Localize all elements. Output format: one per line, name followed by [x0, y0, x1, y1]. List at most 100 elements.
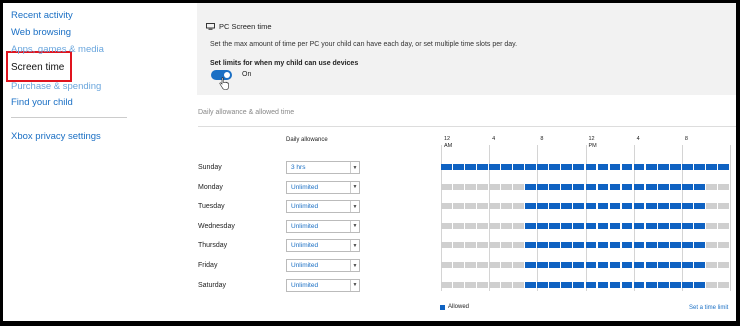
- time-slot-cell[interactable]: [693, 222, 705, 229]
- time-slot-cell[interactable]: [549, 203, 561, 210]
- time-slot-cell[interactable]: [633, 203, 645, 210]
- time-slot-cell[interactable]: [561, 183, 573, 190]
- time-slot-cell[interactable]: [525, 262, 537, 268]
- time-slot-cell[interactable]: [525, 222, 537, 229]
- time-slot-cell[interactable]: [597, 242, 609, 249]
- time-slot-cell[interactable]: [561, 222, 573, 229]
- time-slot-cell[interactable]: [645, 164, 657, 170]
- daily-allowance-select[interactable]: Unlimited ▼: [286, 239, 360, 253]
- time-slot-cell[interactable]: [657, 203, 669, 210]
- time-slot-cell[interactable]: [465, 183, 476, 190]
- time-slot-cell[interactable]: [441, 164, 452, 170]
- time-slot-cell[interactable]: [513, 262, 525, 268]
- time-slot-cell[interactable]: [597, 203, 609, 210]
- sidebar-item-recent-activity[interactable]: Recent activity: [11, 10, 73, 21]
- sidebar-item-web-browsing[interactable]: Web browsing: [11, 27, 71, 38]
- time-slot-cell[interactable]: [705, 203, 717, 210]
- time-slot-cell[interactable]: [681, 164, 693, 170]
- time-slot-cell[interactable]: [465, 242, 476, 249]
- time-slot-cell[interactable]: [537, 164, 549, 170]
- time-slot-cell[interactable]: [525, 164, 537, 170]
- time-slot-cell[interactable]: [645, 183, 657, 190]
- time-slot-cell[interactable]: [597, 281, 609, 288]
- time-slot-cell[interactable]: [585, 242, 597, 249]
- time-slot-cell[interactable]: [465, 203, 476, 210]
- time-slot-cell[interactable]: [717, 183, 729, 190]
- time-slot-cell[interactable]: [705, 183, 717, 190]
- time-slot-cell[interactable]: [609, 164, 621, 170]
- time-slot-cell[interactable]: [477, 242, 488, 249]
- time-slot-cell[interactable]: [621, 164, 633, 170]
- time-slot-cell[interactable]: [489, 164, 500, 170]
- time-slot-cell[interactable]: [573, 203, 585, 210]
- time-slot-cell[interactable]: [621, 222, 633, 229]
- time-slot-cell[interactable]: [693, 262, 705, 268]
- time-slot-cell[interactable]: [573, 242, 585, 249]
- time-slot-cell[interactable]: [621, 183, 633, 190]
- time-slot-cell[interactable]: [537, 203, 549, 210]
- time-slot-cell[interactable]: [669, 262, 681, 268]
- time-slot-cell[interactable]: [453, 183, 464, 190]
- time-slot-cell[interactable]: [585, 222, 597, 229]
- time-slot-cell[interactable]: [705, 164, 717, 170]
- time-slot-cell[interactable]: [621, 281, 633, 288]
- time-slot-cell[interactable]: [645, 242, 657, 249]
- time-slot-cell[interactable]: [645, 203, 657, 210]
- time-slot-cell[interactable]: [597, 164, 609, 170]
- time-slot-cell[interactable]: [609, 183, 621, 190]
- sidebar-item-screen-time[interactable]: Screen time: [11, 62, 64, 73]
- time-slot-cell[interactable]: [585, 164, 597, 170]
- time-slot-cell[interactable]: [453, 222, 464, 229]
- time-slot-cell[interactable]: [585, 203, 597, 210]
- time-slot-cell[interactable]: [477, 203, 488, 210]
- time-slot-cell[interactable]: [537, 281, 549, 288]
- time-slot-cell[interactable]: [537, 242, 549, 249]
- time-slot-cell[interactable]: [669, 183, 681, 190]
- time-slot-cell[interactable]: [717, 164, 729, 170]
- time-slot-cell[interactable]: [489, 222, 500, 229]
- time-slot-cell[interactable]: [621, 262, 633, 268]
- time-slot-cell[interactable]: [489, 203, 500, 210]
- time-slot-cell[interactable]: [669, 203, 681, 210]
- time-slot-cell[interactable]: [633, 183, 645, 190]
- time-slot-cell[interactable]: [477, 183, 488, 190]
- time-slot-cell[interactable]: [693, 203, 705, 210]
- time-slot-cell[interactable]: [645, 262, 657, 268]
- time-slot-cell[interactable]: [513, 164, 525, 170]
- time-slot-cell[interactable]: [621, 242, 633, 249]
- time-slot-cell[interactable]: [441, 183, 452, 190]
- time-slot-cell[interactable]: [681, 222, 693, 229]
- time-slot-cell[interactable]: [621, 203, 633, 210]
- time-slot-cell[interactable]: [633, 281, 645, 288]
- time-slot-cell[interactable]: [573, 281, 585, 288]
- time-slot-cell[interactable]: [441, 222, 452, 229]
- time-slot-cell[interactable]: [525, 183, 537, 190]
- time-slot-cell[interactable]: [633, 164, 645, 170]
- time-slot-cell[interactable]: [501, 281, 513, 288]
- time-slot-cell[interactable]: [669, 242, 681, 249]
- time-slot-cell[interactable]: [669, 222, 681, 229]
- time-slot-cell[interactable]: [501, 262, 513, 268]
- time-slot-cell[interactable]: [573, 164, 585, 170]
- time-slot-cell[interactable]: [441, 262, 452, 268]
- time-slot-cell[interactable]: [549, 183, 561, 190]
- time-slot-cell[interactable]: [657, 262, 669, 268]
- time-slot-cell[interactable]: [537, 262, 549, 268]
- time-slot-cell[interactable]: [693, 183, 705, 190]
- time-slot-cell[interactable]: [693, 242, 705, 249]
- time-slot-cell[interactable]: [513, 281, 525, 288]
- sidebar-item-apps-games-media[interactable]: Apps, games & media: [11, 44, 104, 55]
- time-slot-cell[interactable]: [585, 183, 597, 190]
- time-slot-cell[interactable]: [489, 281, 500, 288]
- time-slot-cell[interactable]: [609, 242, 621, 249]
- time-slot-cell[interactable]: [501, 242, 513, 249]
- time-slot-cell[interactable]: [453, 281, 464, 288]
- time-slot-cell[interactable]: [717, 203, 729, 210]
- time-slot-cell[interactable]: [501, 203, 513, 210]
- time-slot-cell[interactable]: [705, 242, 717, 249]
- time-slot-cell[interactable]: [549, 164, 561, 170]
- set-time-limit-link[interactable]: Set a time limit: [689, 305, 728, 311]
- daily-allowance-select[interactable]: Unlimited ▼: [286, 180, 360, 194]
- time-slot-cell[interactable]: [609, 281, 621, 288]
- daily-allowance-select[interactable]: 3 hrs ▼: [286, 161, 360, 174]
